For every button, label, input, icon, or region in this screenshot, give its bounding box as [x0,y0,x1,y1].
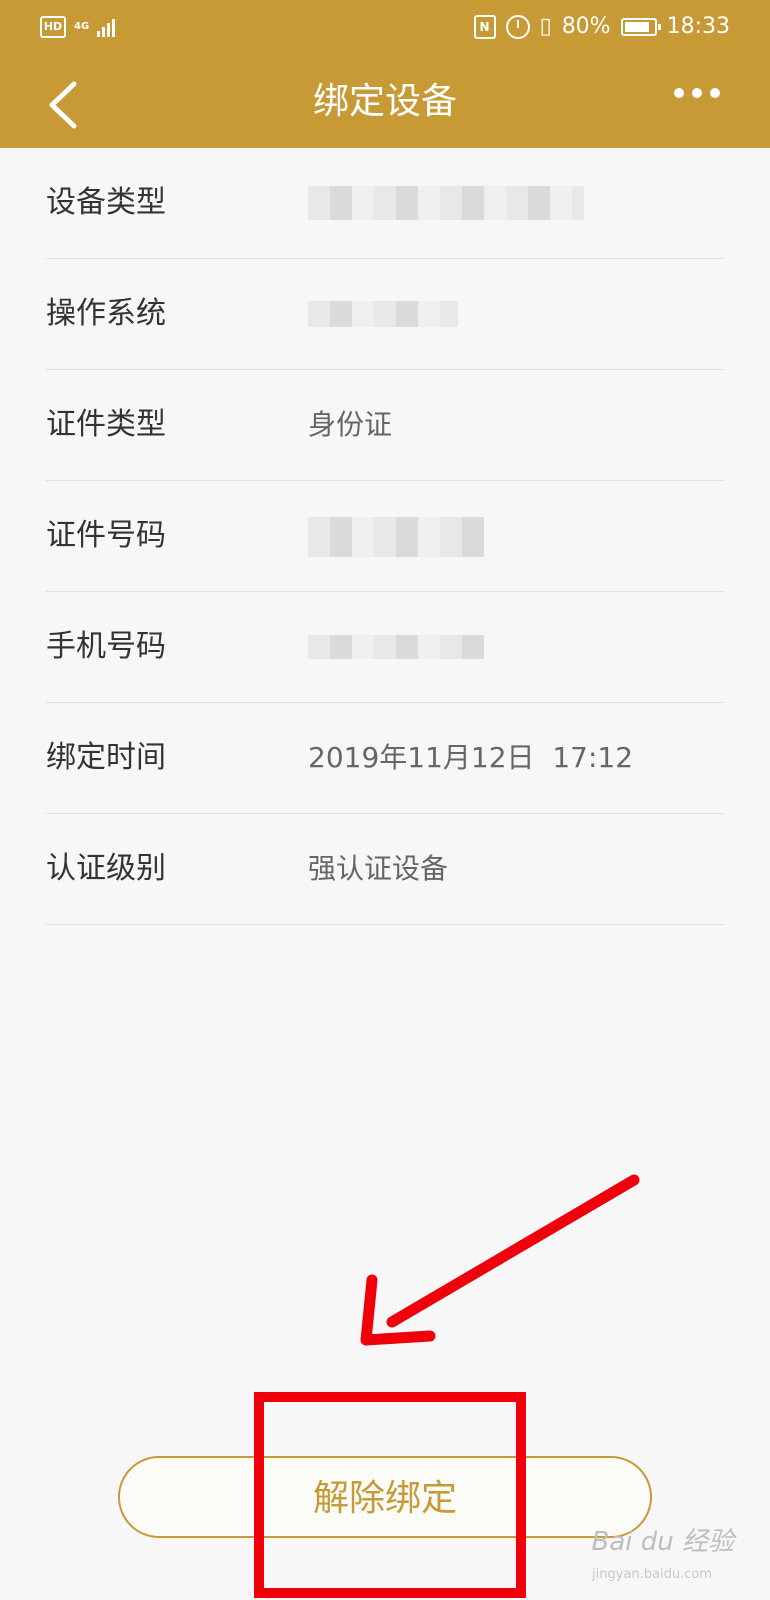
redacted-value [308,517,484,557]
status-bar: HD 4G N ▯ 80% 18:33 [0,0,770,60]
detail-row-device-type: 设备类型 [46,148,724,259]
more-dots-icon[interactable] [674,88,720,98]
detail-value: 强认证设备 [308,852,449,885]
detail-row-phone: 手机号码 [46,592,724,703]
detail-label: 手机号码 [46,629,166,664]
vibrate-icon: ▯ [539,14,552,39]
detail-row-os: 操作系统 [46,259,724,370]
detail-label: 设备类型 [46,185,166,220]
nfc-icon: N [473,14,496,39]
device-detail-list: 设备类型 操作系统 证件类型 身份证 证件号码 手机号码 绑定时间 2019年1… [46,148,724,925]
detail-value: 2019年11月12日 17:12 [308,741,634,774]
watermark-url: jingyan.baidu.com [592,1567,712,1582]
redacted-value [308,635,484,659]
detail-label: 证件号码 [46,518,166,553]
detail-row-id-type: 证件类型 身份证 [46,370,724,481]
detail-label: 操作系统 [46,296,166,331]
page-title: 绑定设备 [312,81,457,122]
app-header: HD 4G N ▯ 80% 18:33 绑定设备 [0,0,770,148]
signal-icon [97,17,116,37]
unbind-button[interactable]: 解除绑定 [118,1456,652,1538]
detail-row-bind-time: 绑定时间 2019年11月12日 17:12 [46,703,724,814]
detail-row-auth-level: 认证级别 强认证设备 [46,814,724,925]
detail-value: 身份证 [308,408,393,441]
redacted-value [308,301,458,327]
hd-icon: HD [40,16,66,38]
detail-label: 证件类型 [46,407,166,442]
network-type: 4G [74,21,90,32]
detail-label: 认证级别 [46,851,166,886]
nav-bar: 绑定设备 [0,60,770,148]
detail-row-id-number: 证件号码 [46,481,724,592]
alarm-icon [505,14,530,39]
clock: 18:33 [666,14,730,39]
battery-percent: 80% [561,14,611,39]
detail-label: 绑定时间 [46,740,166,775]
redacted-value [308,186,584,220]
watermark-logo: Bai du 经验 [591,1527,734,1557]
battery-icon [620,17,661,36]
